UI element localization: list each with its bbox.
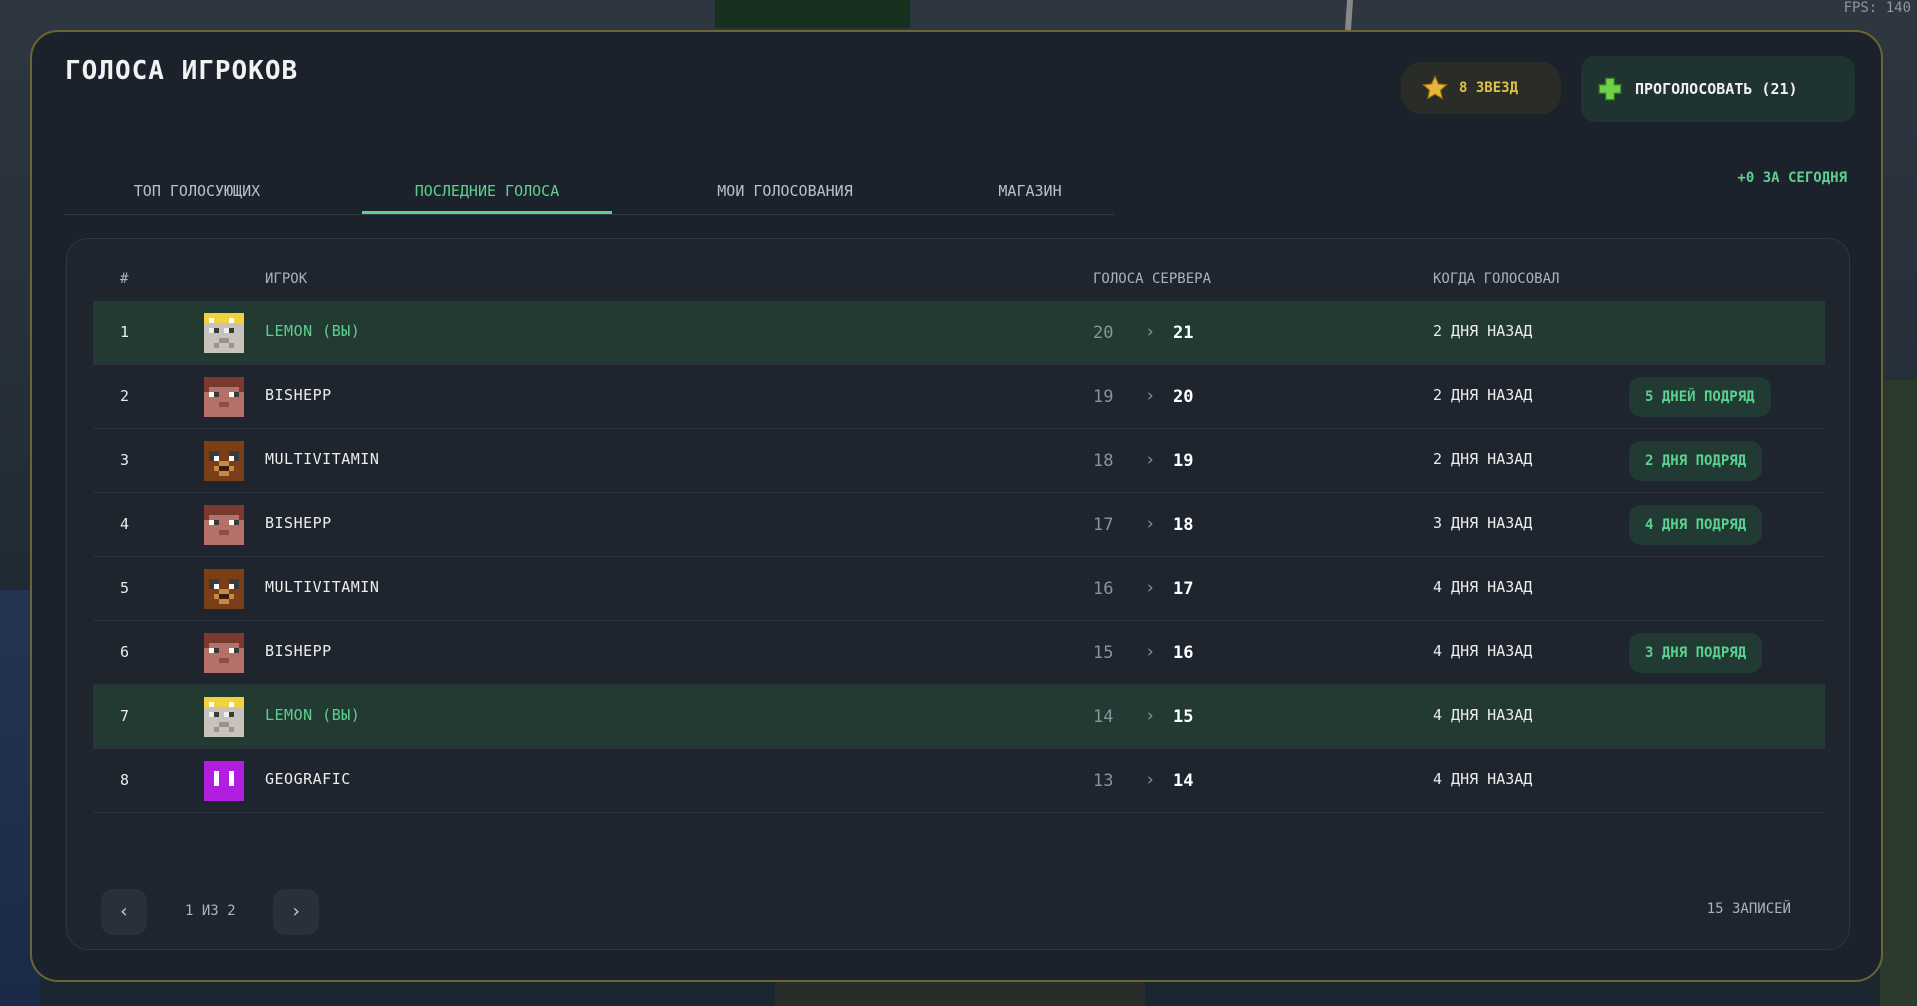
header-server-votes: ГОЛОСА СЕРВЕРА	[1093, 271, 1212, 287]
vote-time: 2 ДНЯ НАЗАД	[1433, 322, 1533, 340]
votes-before: 19	[1093, 387, 1114, 407]
records-count: 15 ЗАПИСЕЙ	[1706, 901, 1791, 917]
background-pole	[1344, 0, 1354, 31]
player-name[interactable]: LEMON (ВЫ)	[265, 322, 360, 340]
table-row[interactable]: 2 BISHEPP 19 › 20 2 ДНЯ НАЗАД 5 ДНЕЙ ПОД…	[93, 365, 1825, 429]
streak-badge: 4 ДНЯ ПОДРЯД	[1629, 505, 1763, 545]
streak-badge: 5 ДНЕЙ ПОДРЯД	[1629, 377, 1771, 417]
tab-top-voters[interactable]: ТОП ГОЛОСУЮЩИХ	[65, 174, 329, 214]
votes-after: 15	[1173, 707, 1194, 727]
votes-table: # ИГРОК ГОЛОСА СЕРВЕРА КОГДА ГОЛОСОВАЛ 1…	[66, 238, 1850, 950]
table-header: # ИГРОК ГОЛОСА СЕРВЕРА КОГДА ГОЛОСОВАЛ	[93, 261, 1825, 301]
player-name[interactable]: BISHEPP	[265, 642, 332, 660]
vote-button[interactable]: ПРОГОЛОСОВАТЬ (21)	[1581, 56, 1855, 122]
player-name[interactable]: MULTIVITAMIN	[265, 578, 379, 596]
row-num: 2	[120, 387, 130, 405]
player-head-icon	[204, 377, 244, 417]
plus-icon	[1598, 77, 1622, 101]
fps-counter: FPS: 140	[1843, 0, 1911, 16]
chevron-right-icon: ›	[1145, 642, 1156, 662]
row-num: 8	[120, 771, 130, 789]
table-row[interactable]: 5 MULTIVITAMIN 16 › 17 4 ДНЯ НАЗАД	[93, 557, 1825, 621]
tab-shop[interactable]: МАГАЗИН	[955, 174, 1105, 214]
tab-bar: ТОП ГОЛОСУЮЩИХ ПОСЛЕДНИЕ ГОЛОСА МОИ ГОЛО…	[65, 174, 1114, 215]
row-num: 5	[120, 579, 130, 597]
player-name[interactable]: MULTIVITAMIN	[265, 450, 379, 468]
votes-before: 13	[1093, 771, 1114, 791]
background-ground	[1880, 380, 1917, 1006]
next-page-button[interactable]: ›	[273, 889, 319, 935]
player-head-icon	[204, 633, 244, 673]
table-row[interactable]: 7 LEMON (ВЫ) 14 › 15 4 ДНЯ НАЗАД	[93, 685, 1825, 749]
player-head-icon	[204, 569, 244, 609]
chevron-right-icon: ›	[1145, 706, 1156, 726]
row-num: 4	[120, 515, 130, 533]
player-name[interactable]: LEMON (ВЫ)	[265, 706, 360, 724]
vote-button-label: ПРОГОЛОСОВАТЬ (21)	[1635, 80, 1798, 98]
page-title: ГОЛОСА ИГРОКОВ	[65, 56, 299, 86]
header-when: КОГДА ГОЛОСОВАЛ	[1433, 271, 1560, 287]
table-row[interactable]: 3 MULTIVITAMIN 18 › 19 2 ДНЯ НАЗАД 2 ДНЯ…	[93, 429, 1825, 493]
votes-before: 17	[1093, 515, 1114, 535]
votes-panel: ГОЛОСА ИГРОКОВ 8 ЗВЕЗД ПРОГОЛОСОВАТЬ (21…	[30, 30, 1883, 982]
votes-after: 19	[1173, 451, 1194, 471]
votes-after: 20	[1173, 387, 1194, 407]
player-head-icon	[204, 505, 244, 545]
player-name[interactable]: GEOGRAFIC	[265, 770, 351, 788]
chevron-right-icon: ›	[1145, 322, 1156, 342]
stars-count: 8 ЗВЕЗД	[1459, 80, 1519, 96]
tab-recent-votes[interactable]: ПОСЛЕДНИЕ ГОЛОСА	[362, 174, 612, 214]
player-name[interactable]: BISHEPP	[265, 514, 332, 532]
votes-before: 15	[1093, 643, 1114, 663]
star-icon	[1421, 74, 1449, 100]
chevron-right-icon: ›	[1145, 386, 1156, 406]
stars-badge: 8 ЗВЕЗД	[1401, 62, 1561, 114]
votes-before: 14	[1093, 707, 1114, 727]
chevron-right-icon: ›	[1145, 450, 1156, 470]
table-row[interactable]: 1 LEMON (ВЫ) 20 › 21 2 ДНЯ НАЗАД	[93, 301, 1825, 365]
vote-time: 3 ДНЯ НАЗАД	[1433, 514, 1533, 532]
table-row[interactable]: 4 BISHEPP 17 › 18 3 ДНЯ НАЗАД 4 ДНЯ ПОДР…	[93, 493, 1825, 557]
row-num: 6	[120, 643, 130, 661]
row-num: 3	[120, 451, 130, 469]
votes-after: 14	[1173, 771, 1194, 791]
chevron-right-icon: ›	[1145, 770, 1156, 790]
prev-page-button[interactable]: ‹	[101, 889, 147, 935]
votes-after: 18	[1173, 515, 1194, 535]
player-head-icon	[204, 441, 244, 481]
pagination: ‹ 1 ИЗ 2 › 15 ЗАПИСЕЙ	[101, 889, 1831, 935]
header-player: ИГРОК	[265, 271, 308, 287]
chevron-right-icon: ›	[1145, 578, 1156, 598]
player-head-icon	[204, 697, 244, 737]
row-num: 7	[120, 707, 130, 725]
player-head-icon	[204, 761, 244, 801]
votes-after: 17	[1173, 579, 1194, 599]
table-row[interactable]: 8 GEOGRAFIC 13 › 14 4 ДНЯ НАЗАД	[93, 749, 1825, 813]
votes-before: 18	[1093, 451, 1114, 471]
player-name[interactable]: BISHEPP	[265, 386, 332, 404]
row-num: 1	[120, 323, 130, 341]
streak-badge: 3 ДНЯ ПОДРЯД	[1629, 633, 1763, 673]
chevron-right-icon: ›	[1145, 514, 1156, 534]
votes-before: 16	[1093, 579, 1114, 599]
votes-before: 20	[1093, 323, 1114, 343]
vote-time: 2 ДНЯ НАЗАД	[1433, 386, 1533, 404]
votes-after: 21	[1173, 323, 1194, 343]
vote-time: 4 ДНЯ НАЗАД	[1433, 578, 1533, 596]
today-votes: +0 ЗА СЕГОДНЯ	[1737, 170, 1847, 186]
background-tree	[715, 0, 910, 28]
vote-time: 4 ДНЯ НАЗАД	[1433, 642, 1533, 660]
game-hotbar	[775, 982, 1145, 1006]
table-row[interactable]: 6 BISHEPP 15 › 16 4 ДНЯ НАЗАД 3 ДНЯ ПОДР…	[93, 621, 1825, 685]
header-num: #	[120, 271, 129, 287]
vote-time: 4 ДНЯ НАЗАД	[1433, 770, 1533, 788]
streak-badge: 2 ДНЯ ПОДРЯД	[1629, 441, 1763, 481]
vote-time: 2 ДНЯ НАЗАД	[1433, 450, 1533, 468]
vote-time: 4 ДНЯ НАЗАД	[1433, 706, 1533, 724]
tab-my-votes[interactable]: МОИ ГОЛОСОВАНИЯ	[655, 174, 915, 214]
page-info: 1 ИЗ 2	[185, 903, 236, 919]
player-head-icon	[204, 313, 244, 353]
votes-after: 16	[1173, 643, 1194, 663]
